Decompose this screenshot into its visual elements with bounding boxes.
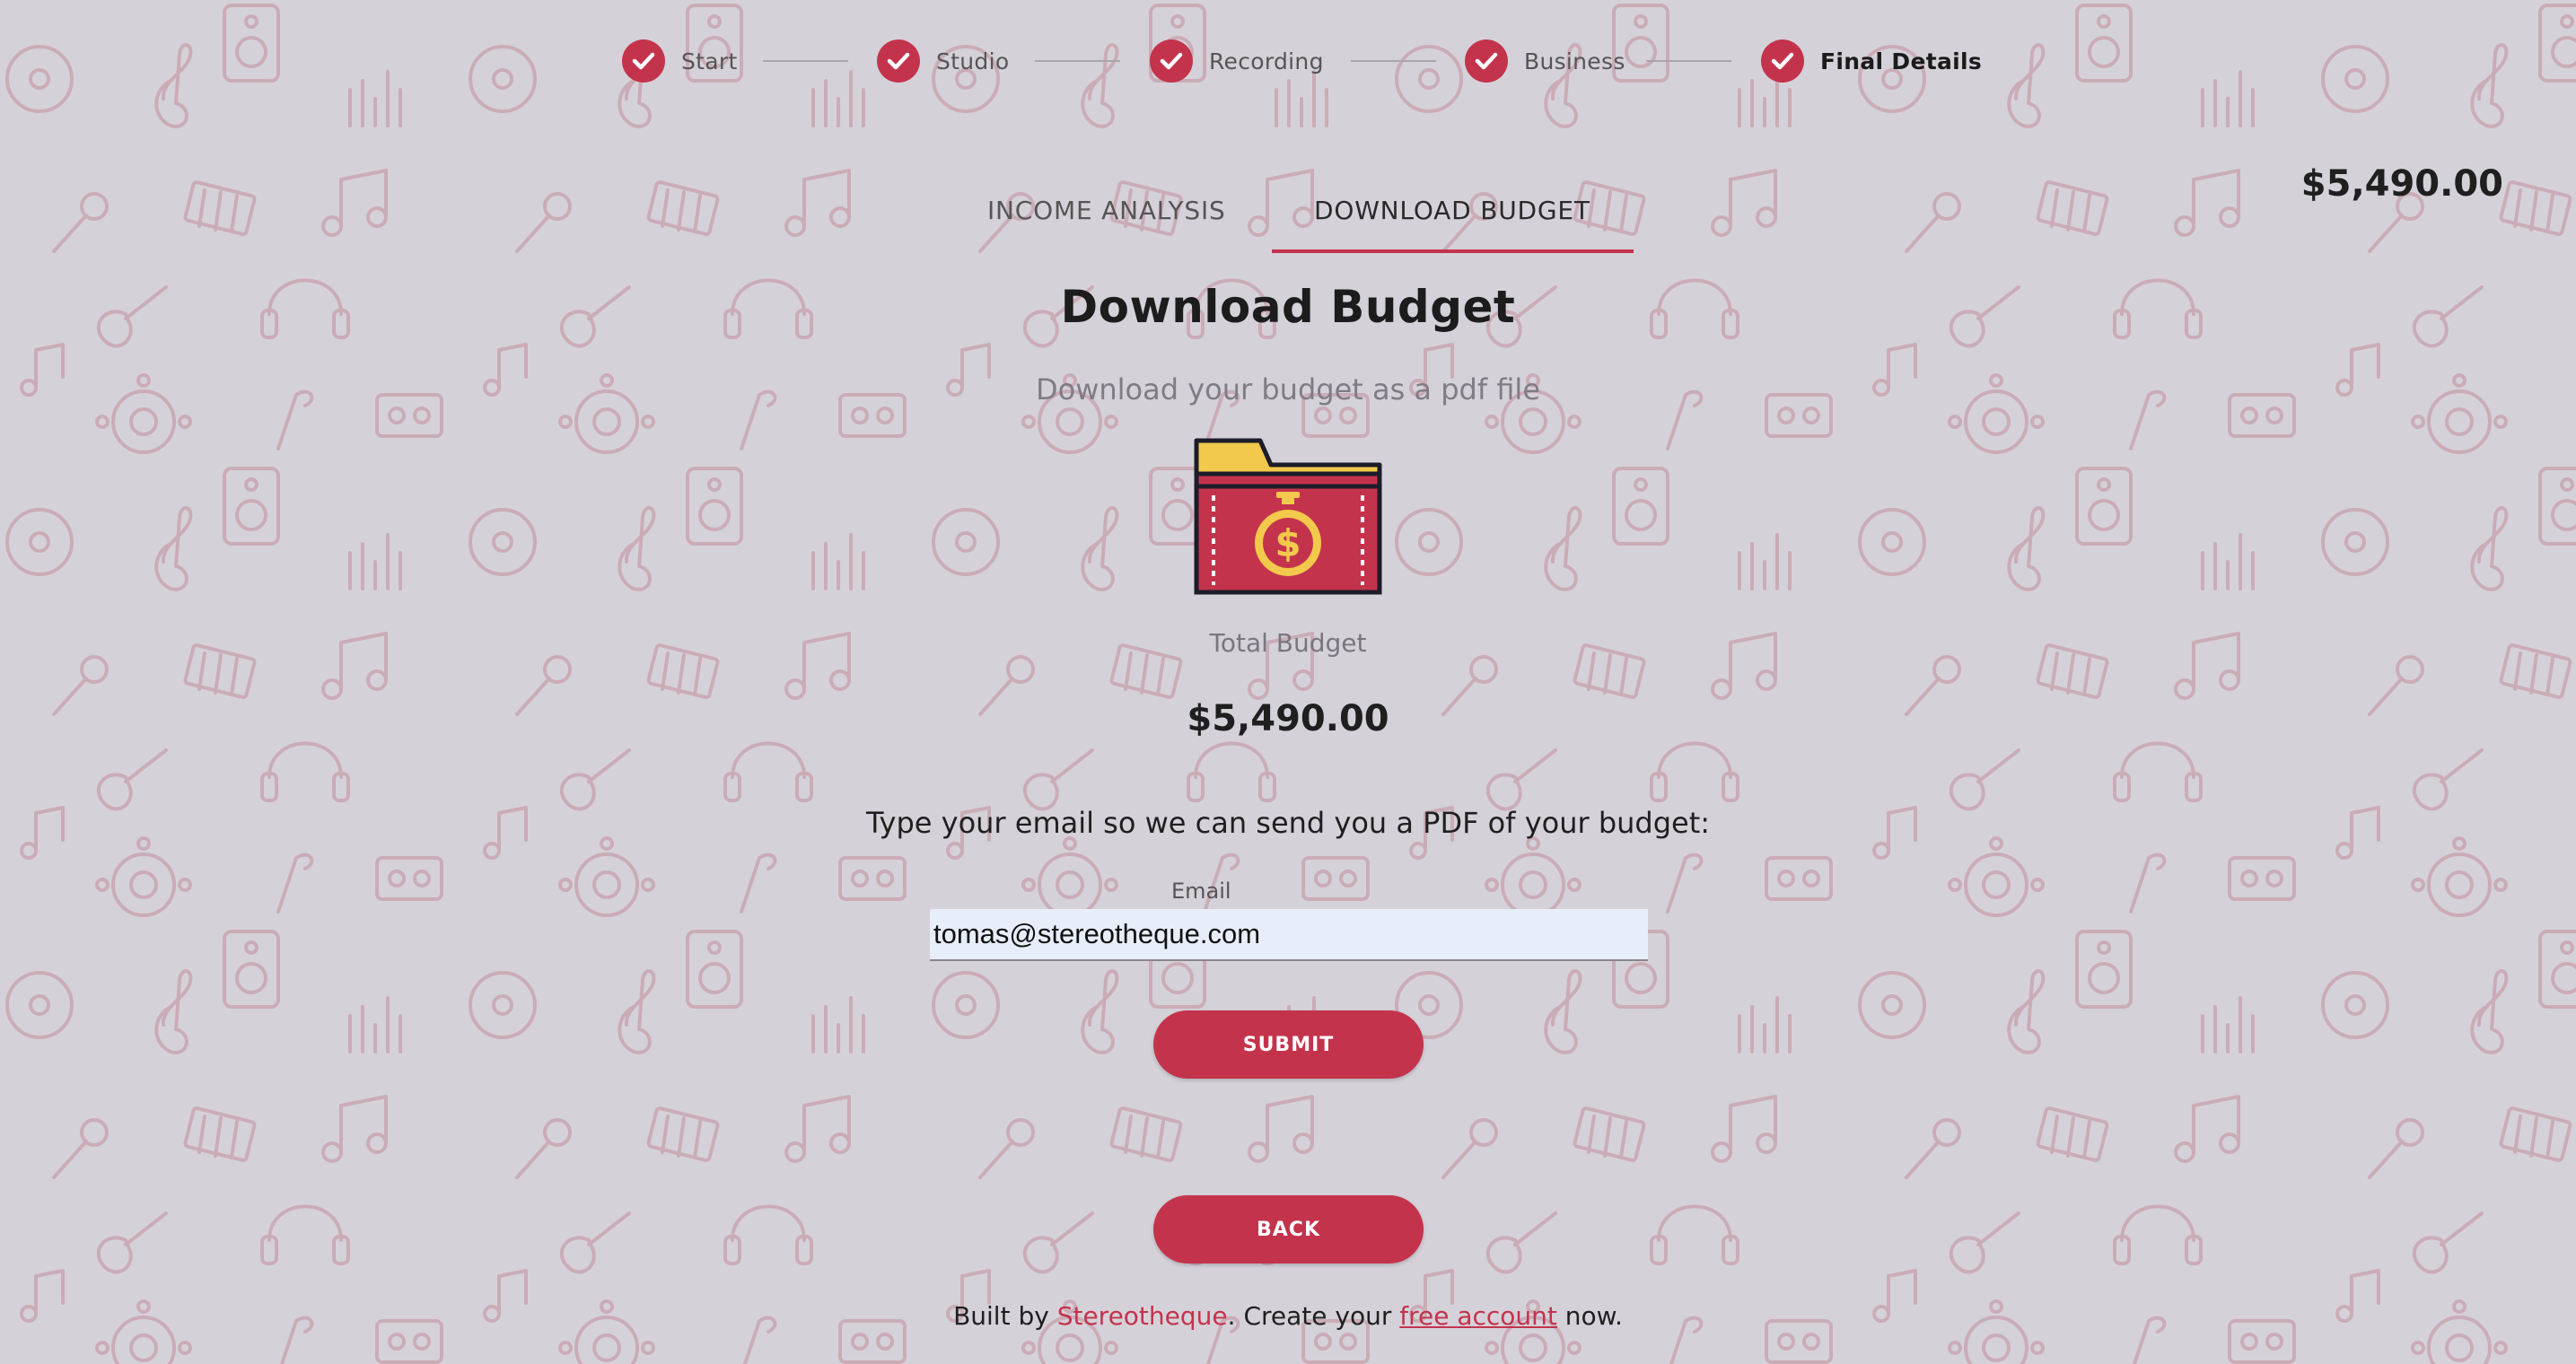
footer-brand-name: Stereotheque (1056, 1301, 1228, 1331)
footer-middle-text: . Create your (1227, 1301, 1400, 1331)
checkmark-icon (1150, 39, 1193, 83)
checkmark-icon (622, 39, 665, 83)
step-label: Start (681, 48, 738, 74)
step-recording[interactable]: Recording (1150, 34, 1324, 88)
step-connector (1351, 60, 1436, 62)
tab-download-budget[interactable]: DOWNLOAD BUDGET (1314, 196, 1590, 225)
music-pattern-background (0, 0, 2576, 1364)
tab-income-analysis[interactable]: INCOME ANALYSIS (987, 196, 1226, 225)
step-final-details[interactable]: Final Details (1761, 34, 1982, 88)
checkmark-icon (1761, 39, 1804, 83)
checkmark-icon (1465, 39, 1508, 83)
page-title: Download Budget (1060, 281, 1516, 333)
step-start[interactable]: Start (622, 34, 738, 88)
footer-credit: Built by Stereotheque. Create your free … (0, 1301, 2576, 1331)
page-subtitle: Download your budget as a pdf file (1035, 372, 1540, 407)
back-button[interactable]: BACK (1153, 1195, 1424, 1263)
step-connector (1646, 60, 1731, 62)
folder-dollar-stopwatch-icon: $ (1194, 438, 1384, 598)
step-connector (1035, 60, 1120, 62)
step-label: Recording (1209, 48, 1324, 74)
active-tab-indicator (1272, 249, 1634, 253)
step-connector (763, 60, 848, 62)
email-instruction-text: Type your email so we can send you a PDF… (865, 806, 1711, 840)
total-budget-label: Total Budget (1209, 628, 1367, 658)
header-total-amount: $5,490.00 (2300, 163, 2503, 205)
email-field-label: Email (1171, 879, 1231, 904)
progress-stepper: Start Studio Recording Business Final De… (0, 34, 2576, 88)
footer-prefix: Built by (953, 1301, 1057, 1331)
step-label: Studio (936, 48, 1010, 74)
svg-text:$: $ (1275, 521, 1301, 565)
step-business[interactable]: Business (1465, 34, 1625, 88)
step-label: Final Details (1820, 48, 1983, 74)
step-studio[interactable]: Studio (877, 34, 1009, 88)
free-account-link[interactable]: free account (1399, 1301, 1557, 1331)
email-field[interactable] (930, 909, 1648, 961)
submit-button[interactable]: SUBMIT (1153, 1010, 1424, 1079)
checkmark-icon (877, 39, 920, 83)
step-label: Business (1524, 48, 1625, 74)
footer-suffix: now. (1556, 1301, 1623, 1331)
total-budget-value: $5,490.00 (1187, 698, 1389, 739)
